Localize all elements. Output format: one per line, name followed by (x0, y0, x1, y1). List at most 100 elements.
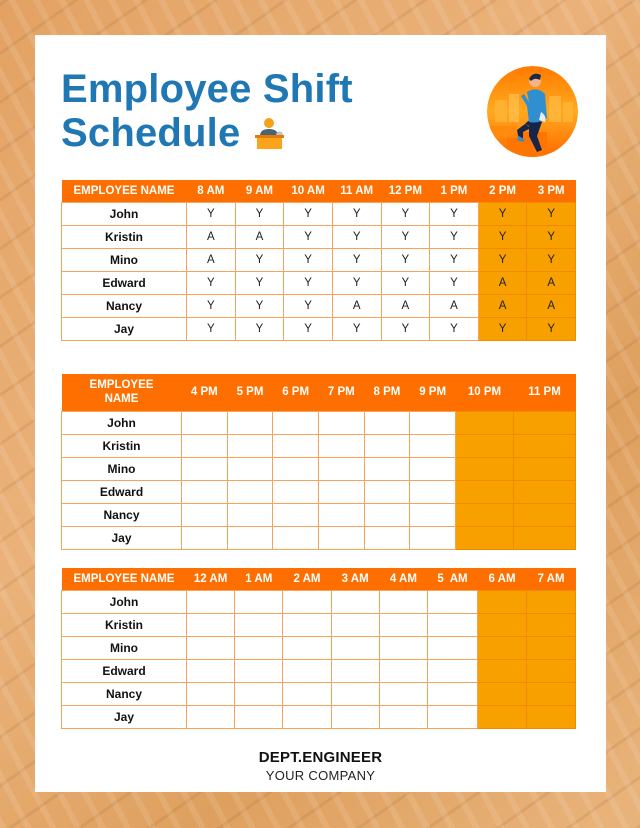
shift-cell[interactable]: Y (380, 201, 431, 226)
shift-cell[interactable] (330, 635, 380, 660)
shift-cell[interactable] (282, 612, 332, 637)
shift-cell[interactable]: Y (477, 247, 528, 272)
shift-cell[interactable] (513, 433, 576, 458)
shift-cell[interactable] (455, 502, 514, 527)
shift-cell[interactable] (317, 502, 365, 527)
shift-cell[interactable] (513, 410, 576, 435)
shift-cell[interactable]: Y (331, 247, 382, 272)
shift-cell[interactable]: Y (234, 247, 285, 272)
shift-cell[interactable]: Y (283, 293, 333, 318)
shift-cell[interactable]: Y (380, 316, 431, 341)
shift-cell[interactable] (272, 502, 319, 527)
shift-cell[interactable] (427, 704, 478, 729)
shift-cell[interactable]: Y (526, 201, 576, 226)
shift-cell[interactable] (409, 479, 456, 504)
shift-cell[interactable] (226, 456, 274, 481)
shift-cell[interactable] (427, 635, 478, 660)
shift-cell[interactable]: Y (331, 316, 382, 341)
shift-cell[interactable] (477, 704, 527, 729)
shift-cell[interactable] (455, 410, 514, 435)
shift-cell[interactable]: A (477, 293, 528, 318)
shift-cell[interactable] (363, 456, 411, 481)
shift-cell[interactable] (185, 681, 236, 706)
shift-cell[interactable] (427, 589, 478, 614)
shift-cell[interactable] (378, 589, 429, 614)
shift-cell[interactable]: Y (380, 224, 431, 249)
shift-cell[interactable] (234, 658, 284, 683)
shift-cell[interactable] (378, 704, 429, 729)
shift-cell[interactable] (234, 612, 284, 637)
shift-cell[interactable] (317, 410, 365, 435)
shift-cell[interactable] (409, 525, 456, 550)
shift-cell[interactable]: Y (380, 270, 431, 295)
shift-cell[interactable] (526, 635, 576, 660)
shift-cell[interactable] (226, 410, 274, 435)
shift-cell[interactable]: Y (234, 316, 285, 341)
shift-cell[interactable] (363, 502, 411, 527)
shift-cell[interactable] (378, 658, 429, 683)
shift-cell[interactable] (378, 635, 429, 660)
shift-cell[interactable] (427, 681, 478, 706)
shift-cell[interactable] (317, 525, 365, 550)
shift-cell[interactable]: Y (186, 316, 236, 341)
shift-cell[interactable]: A (234, 224, 285, 249)
shift-cell[interactable]: Y (477, 201, 528, 226)
shift-cell[interactable]: A (429, 293, 479, 318)
shift-cell[interactable] (363, 525, 411, 550)
shift-cell[interactable] (513, 525, 576, 550)
shift-cell[interactable]: A (477, 270, 528, 295)
shift-cell[interactable] (181, 433, 228, 458)
shift-cell[interactable] (185, 635, 236, 660)
shift-cell[interactable] (455, 479, 514, 504)
shift-cell[interactable] (363, 410, 411, 435)
shift-cell[interactable] (477, 635, 527, 660)
shift-cell[interactable] (409, 502, 456, 527)
shift-cell[interactable]: Y (526, 224, 576, 249)
shift-cell[interactable] (427, 612, 478, 637)
shift-cell[interactable]: Y (380, 247, 431, 272)
shift-cell[interactable] (282, 589, 332, 614)
shift-cell[interactable] (234, 589, 284, 614)
shift-cell[interactable]: Y (429, 201, 479, 226)
shift-cell[interactable] (330, 658, 380, 683)
shift-cell[interactable] (513, 456, 576, 481)
shift-cell[interactable]: Y (429, 270, 479, 295)
shift-cell[interactable] (272, 433, 319, 458)
shift-cell[interactable] (282, 681, 332, 706)
shift-cell[interactable] (513, 502, 576, 527)
shift-cell[interactable]: Y (429, 316, 479, 341)
shift-cell[interactable] (455, 525, 514, 550)
shift-cell[interactable]: Y (283, 201, 333, 226)
shift-cell[interactable] (181, 525, 228, 550)
shift-cell[interactable] (226, 433, 274, 458)
shift-cell[interactable] (234, 635, 284, 660)
shift-cell[interactable]: Y (283, 316, 333, 341)
shift-cell[interactable] (185, 612, 236, 637)
shift-cell[interactable]: Y (331, 270, 382, 295)
shift-cell[interactable]: Y (477, 224, 528, 249)
shift-cell[interactable]: Y (526, 247, 576, 272)
shift-cell[interactable] (272, 525, 319, 550)
shift-cell[interactable]: Y (234, 201, 285, 226)
shift-cell[interactable] (363, 433, 411, 458)
shift-cell[interactable]: Y (234, 270, 285, 295)
shift-cell[interactable] (363, 479, 411, 504)
shift-cell[interactable] (526, 589, 576, 614)
shift-cell[interactable]: Y (429, 247, 479, 272)
shift-cell[interactable]: Y (186, 293, 236, 318)
shift-cell[interactable]: Y (331, 201, 382, 226)
shift-cell[interactable] (226, 525, 274, 550)
shift-cell[interactable]: A (186, 247, 236, 272)
shift-cell[interactable] (427, 658, 478, 683)
shift-cell[interactable]: Y (331, 224, 382, 249)
shift-cell[interactable] (181, 502, 228, 527)
shift-cell[interactable]: Y (283, 247, 333, 272)
shift-cell[interactable] (272, 456, 319, 481)
shift-cell[interactable] (226, 479, 274, 504)
shift-cell[interactable] (330, 704, 380, 729)
shift-cell[interactable] (455, 456, 514, 481)
shift-cell[interactable] (526, 704, 576, 729)
shift-cell[interactable]: Y (429, 224, 479, 249)
shift-cell[interactable]: Y (477, 316, 528, 341)
shift-cell[interactable] (226, 502, 274, 527)
